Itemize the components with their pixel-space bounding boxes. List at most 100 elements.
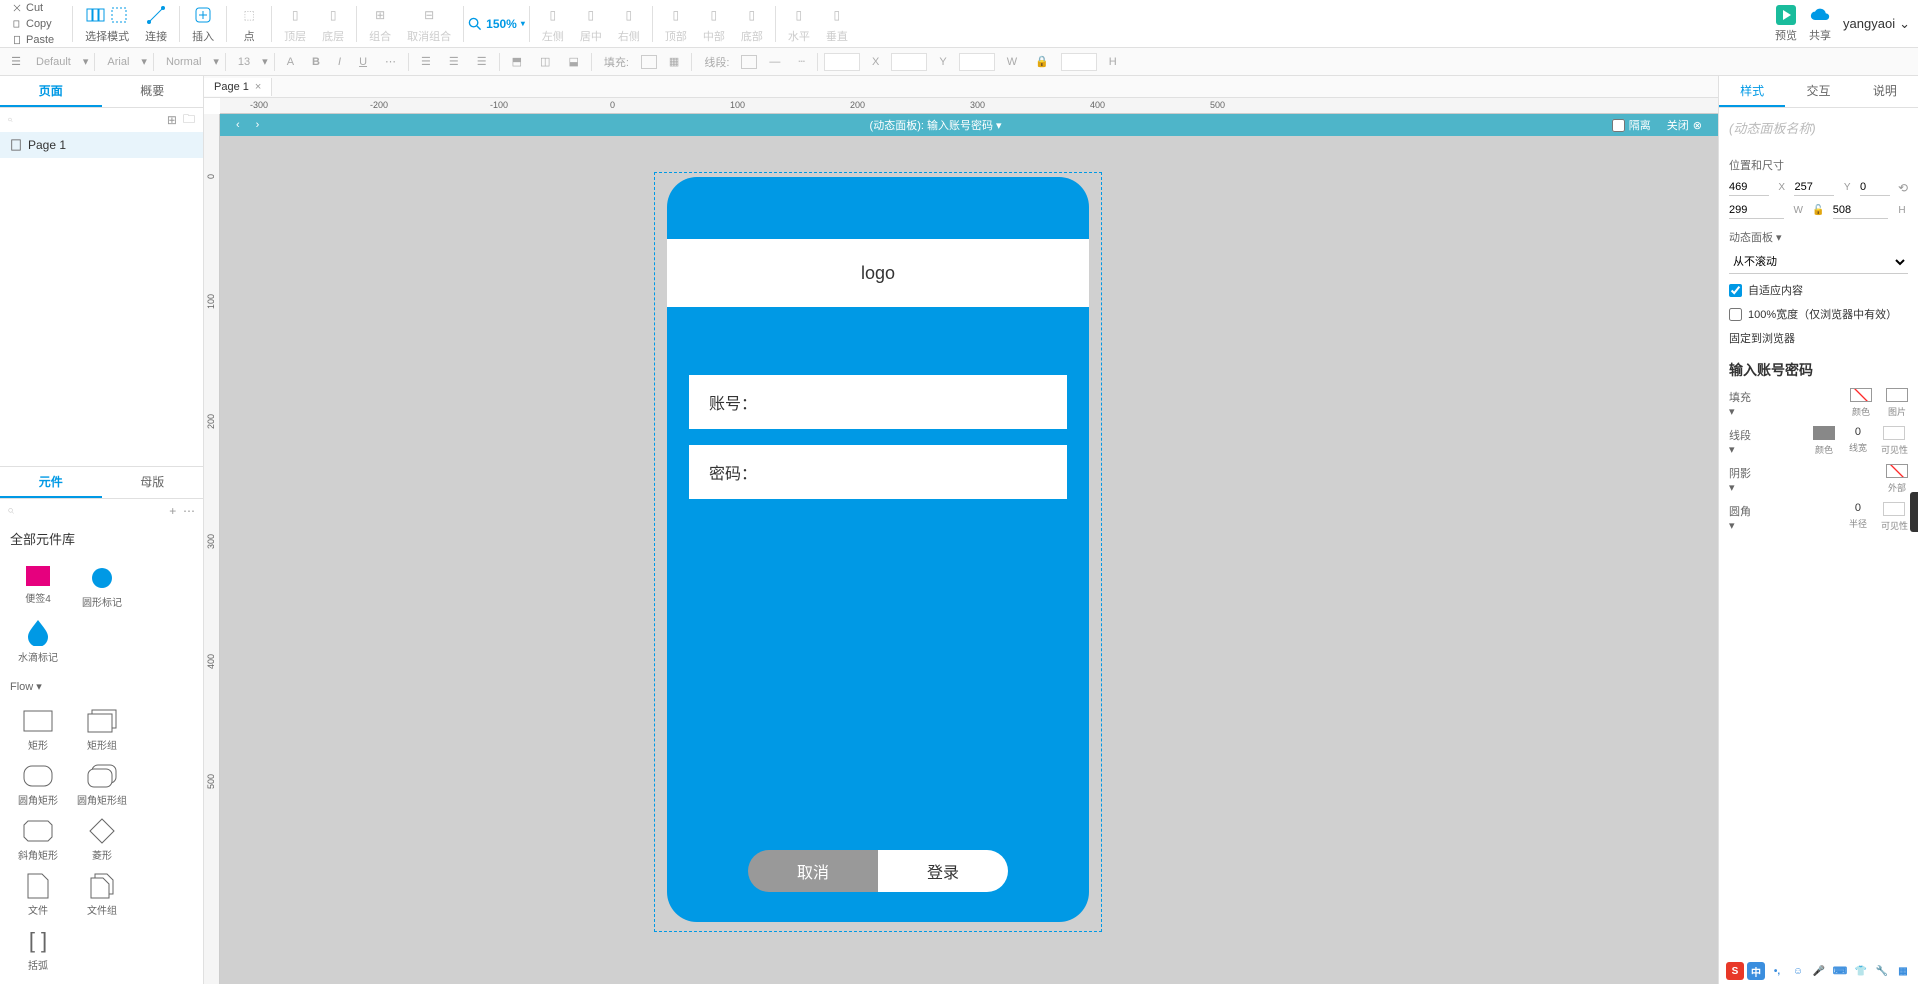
- pages-search-input[interactable]: [19, 114, 161, 126]
- user-menu[interactable]: yangyaoi ⌄: [1843, 16, 1910, 32]
- preview-button[interactable]: 预览: [1775, 5, 1797, 43]
- more-icon[interactable]: ⋯: [183, 503, 195, 519]
- fill-color-swatch[interactable]: 颜色: [1850, 388, 1872, 418]
- tab-outline[interactable]: 概要: [102, 76, 204, 107]
- group-tool[interactable]: ⊞组合: [369, 4, 391, 44]
- copy-button[interactable]: Copy: [8, 17, 58, 31]
- page-item-page1[interactable]: Page 1: [0, 132, 203, 158]
- layer-back-tool[interactable]: ▯底层: [322, 4, 344, 44]
- close-panel-button[interactable]: 关闭 ⊗: [1659, 117, 1710, 133]
- logo-placeholder[interactable]: logo: [667, 239, 1089, 307]
- more-text-button[interactable]: ⋯: [379, 53, 402, 70]
- tab-pages[interactable]: 页面: [0, 76, 102, 107]
- line-color-swatch[interactable]: [741, 55, 757, 69]
- x-coord-input[interactable]: [824, 53, 860, 71]
- corner-radius-input[interactable]: 0半径: [1849, 502, 1867, 532]
- cancel-button[interactable]: 取消: [748, 850, 878, 892]
- outline-toggle-icon[interactable]: ☰: [8, 54, 24, 70]
- fit-content-checkbox[interactable]: 自适应内容: [1729, 282, 1908, 298]
- tab-notes[interactable]: 说明: [1852, 76, 1918, 107]
- zoom-control[interactable]: 150% ▾: [468, 17, 525, 31]
- point-tool[interactable]: ⬚点: [239, 4, 259, 44]
- widget-rounded-rect[interactable]: 圆角矩形: [6, 758, 70, 813]
- tab-style[interactable]: 样式: [1719, 76, 1785, 107]
- align-center-button[interactable]: ☰: [443, 53, 465, 70]
- widget-rect[interactable]: 矩形: [6, 703, 70, 758]
- side-handle[interactable]: [1910, 492, 1918, 532]
- document-tab[interactable]: Page 1 ×: [204, 78, 272, 96]
- fill-image-button[interactable]: ▦: [663, 53, 685, 70]
- ime-skin-icon[interactable]: 👕: [1852, 962, 1870, 980]
- widget-bracket[interactable]: [ ]括弧: [6, 923, 70, 978]
- w-input[interactable]: [1729, 202, 1784, 219]
- lock-icon[interactable]: 🔓: [1812, 205, 1824, 216]
- widget-rounded-rect-group[interactable]: 圆角矩形组: [70, 758, 134, 813]
- cut-button[interactable]: Cut: [8, 1, 58, 15]
- nav-prev-icon[interactable]: ‹: [228, 119, 248, 131]
- h-coord-input[interactable]: [1061, 53, 1097, 71]
- ime-grid-icon[interactable]: ▦: [1894, 962, 1912, 980]
- valign-bot-button[interactable]: ⬓: [562, 53, 584, 70]
- valign-mid-button[interactable]: ◫: [534, 53, 556, 70]
- shadow-outer[interactable]: 外部: [1886, 464, 1908, 494]
- bold-button[interactable]: B: [306, 54, 326, 70]
- tab-masters[interactable]: 母版: [102, 467, 204, 498]
- layer-front-tool[interactable]: ▯顶层: [284, 4, 306, 44]
- underline-button[interactable]: U: [353, 54, 373, 70]
- h-input[interactable]: [1833, 202, 1888, 219]
- style-preset-select[interactable]: Default: [30, 54, 77, 70]
- select-mode-tool[interactable]: 选择模式: [85, 4, 129, 44]
- folder-icon[interactable]: 🗀: [183, 112, 195, 128]
- widgets-search-input[interactable]: [20, 505, 162, 517]
- ime-punct-icon[interactable]: •,: [1768, 962, 1786, 980]
- tab-widgets[interactable]: 元件: [0, 467, 102, 498]
- widget-bevel-rect[interactable]: 斜角矩形: [6, 813, 70, 868]
- widget-sticky[interactable]: 便签4: [6, 560, 70, 615]
- pin-browser-link[interactable]: 固定到浏览器: [1729, 330, 1908, 346]
- ime-tool-icon[interactable]: 🔧: [1873, 962, 1891, 980]
- close-icon[interactable]: ×: [255, 81, 261, 93]
- share-button[interactable]: 共享: [1809, 5, 1831, 43]
- italic-button[interactable]: I: [332, 54, 347, 70]
- corner-visibility[interactable]: 可见性: [1881, 502, 1908, 532]
- ime-chinese-icon[interactable]: 中: [1747, 962, 1765, 980]
- line-style-button[interactable]: ┄: [792, 53, 811, 70]
- y-input[interactable]: [1794, 179, 1834, 196]
- isolate-button[interactable]: 隔离: [1604, 117, 1659, 133]
- scroll-behavior-select[interactable]: 从不滚动: [1729, 251, 1908, 274]
- fill-swatch[interactable]: [641, 55, 657, 69]
- ime-mic-icon[interactable]: 🎤: [1810, 962, 1828, 980]
- font-select[interactable]: Arial: [101, 54, 135, 70]
- rotation-input[interactable]: [1860, 179, 1890, 196]
- connect-tool[interactable]: 连接: [145, 4, 167, 44]
- add-page-icon[interactable]: ⊞: [167, 112, 177, 128]
- border-width-input[interactable]: 0线宽: [1849, 426, 1867, 456]
- ungroup-tool[interactable]: ⊟取消组合: [407, 4, 451, 44]
- panel-name-input[interactable]: (动态面板名称): [1729, 108, 1908, 147]
- color-picker[interactable]: A: [281, 54, 300, 70]
- flow-section-header[interactable]: Flow ▾: [0, 676, 203, 697]
- widget-rect-group[interactable]: 矩形组: [70, 703, 134, 758]
- x-input[interactable]: [1729, 179, 1769, 196]
- tab-interaction[interactable]: 交互: [1785, 76, 1851, 107]
- align-left-button[interactable]: ☰: [415, 53, 437, 70]
- lock-icon[interactable]: 🔒: [1029, 53, 1055, 70]
- add-icon[interactable]: +: [168, 503, 177, 519]
- border-color-swatch[interactable]: 颜色: [1813, 426, 1835, 456]
- lib-title-select[interactable]: 全部元件库: [0, 523, 203, 554]
- insert-tool[interactable]: 插入: [192, 4, 214, 44]
- chevron-down-icon[interactable]: ▾: [996, 120, 1002, 132]
- border-visibility[interactable]: 可见性: [1881, 426, 1908, 456]
- widget-file[interactable]: 文件: [6, 868, 70, 923]
- font-size-select[interactable]: 13: [232, 54, 256, 70]
- nav-next-icon[interactable]: ›: [248, 119, 268, 131]
- login-button[interactable]: 登录: [878, 850, 1008, 892]
- line-width-button[interactable]: —: [763, 54, 786, 70]
- workspace[interactable]: ‹ › (动态面板): 输入账号密码 ▾ 隔离 关闭 ⊗ logo 账号： 密码…: [220, 114, 1718, 984]
- font-weight-select[interactable]: Normal: [160, 54, 207, 70]
- artboard-selection[interactable]: logo 账号： 密码： 取消 登录: [654, 172, 1102, 932]
- widget-circle-marker[interactable]: 圆形标记: [70, 560, 134, 615]
- widget-diamond[interactable]: 菱形: [70, 813, 134, 868]
- y-coord-input[interactable]: [891, 53, 927, 71]
- ime-keyboard-icon[interactable]: ⌨: [1831, 962, 1849, 980]
